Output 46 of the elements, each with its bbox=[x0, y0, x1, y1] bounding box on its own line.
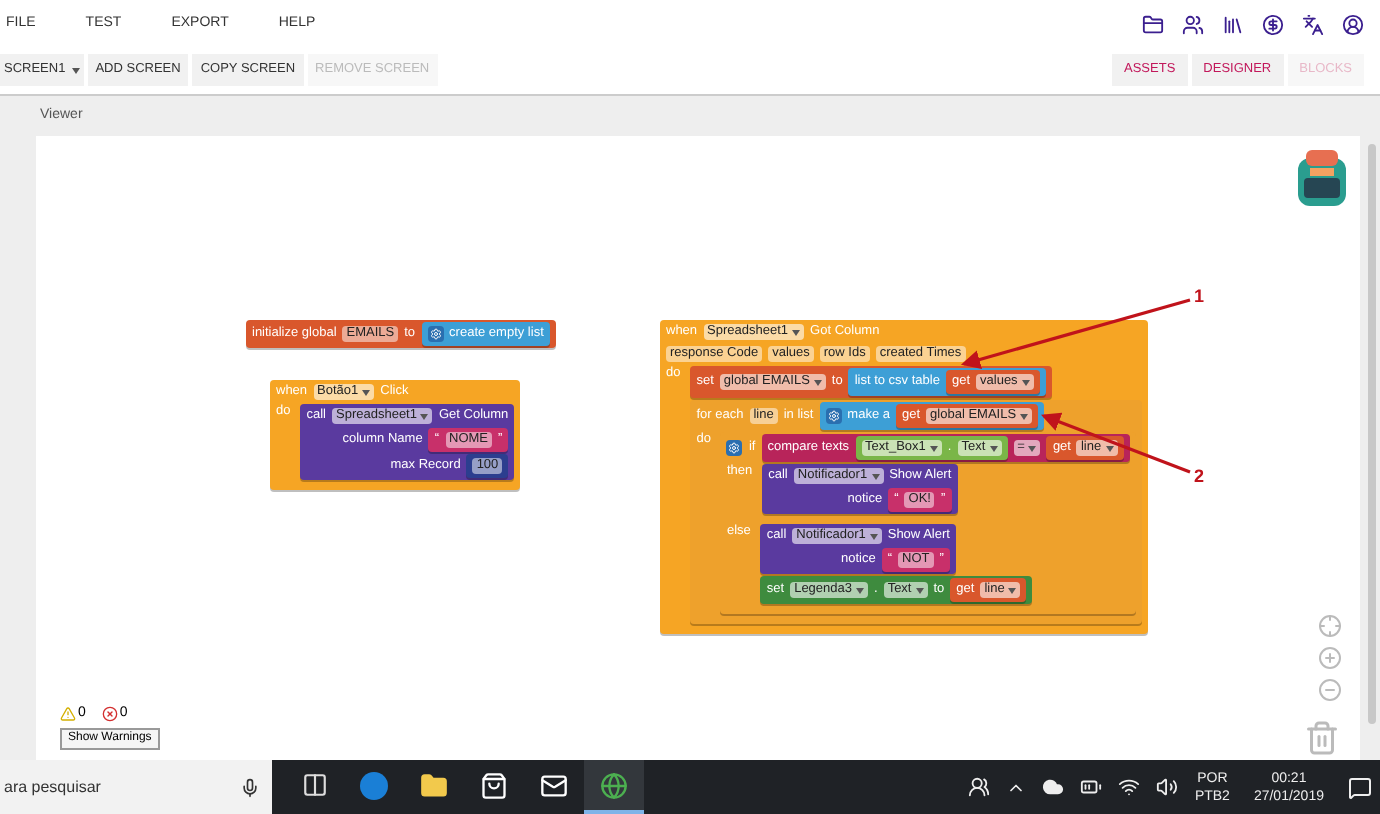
caret-icon bbox=[71, 67, 80, 73]
caret-icon bbox=[1028, 445, 1037, 451]
task-view-icon bbox=[301, 772, 327, 798]
caret-icon bbox=[792, 329, 801, 335]
folder-icon[interactable] bbox=[1142, 13, 1164, 35]
caret-icon bbox=[915, 587, 924, 593]
scrollbar[interactable] bbox=[1368, 144, 1376, 724]
battery-icon[interactable] bbox=[1080, 776, 1103, 798]
code-block[interactable] bbox=[660, 320, 1148, 634]
gear-icon[interactable] bbox=[825, 408, 842, 424]
wifi-icon[interactable] bbox=[1118, 776, 1141, 798]
search-field[interactable]: ara pesquisar bbox=[0, 760, 272, 814]
annotation-label: 2 bbox=[1194, 464, 1205, 490]
annotation-label: 1 bbox=[1194, 284, 1205, 310]
account-icon[interactable] bbox=[1342, 13, 1364, 35]
caret-icon bbox=[813, 379, 822, 385]
translate-icon[interactable] bbox=[1302, 13, 1324, 35]
caret-icon bbox=[869, 533, 878, 539]
notification-icon[interactable] bbox=[1348, 775, 1372, 799]
bag-icon bbox=[480, 771, 508, 799]
browser-icon bbox=[360, 771, 388, 799]
envelope-icon bbox=[540, 771, 568, 799]
globe-icon bbox=[600, 771, 628, 799]
caret-icon bbox=[871, 473, 880, 479]
caret-icon bbox=[1020, 413, 1029, 419]
gear-icon[interactable] bbox=[427, 326, 444, 342]
caret-icon bbox=[1021, 379, 1030, 385]
library-icon[interactable] bbox=[1222, 13, 1244, 35]
caret-icon bbox=[420, 413, 429, 419]
microphone-icon[interactable] bbox=[240, 777, 260, 797]
caret-icon bbox=[856, 587, 864, 593]
volume-icon[interactable] bbox=[1156, 776, 1179, 798]
people-icon[interactable] bbox=[968, 776, 991, 798]
caret-icon bbox=[929, 445, 938, 451]
people-icon[interactable] bbox=[1182, 13, 1204, 35]
folder-icon bbox=[420, 771, 448, 799]
caret-icon bbox=[1008, 587, 1017, 593]
warning-icon bbox=[60, 706, 76, 723]
caret-icon bbox=[1105, 445, 1114, 451]
caret-icon bbox=[989, 445, 998, 451]
dollar-icon[interactable] bbox=[1262, 13, 1284, 35]
code-block[interactable] bbox=[690, 400, 1142, 624]
cloud-icon[interactable] bbox=[1042, 776, 1065, 798]
error-icon bbox=[101, 706, 118, 723]
gear-icon[interactable] bbox=[726, 440, 743, 456]
caret-icon bbox=[362, 389, 371, 395]
